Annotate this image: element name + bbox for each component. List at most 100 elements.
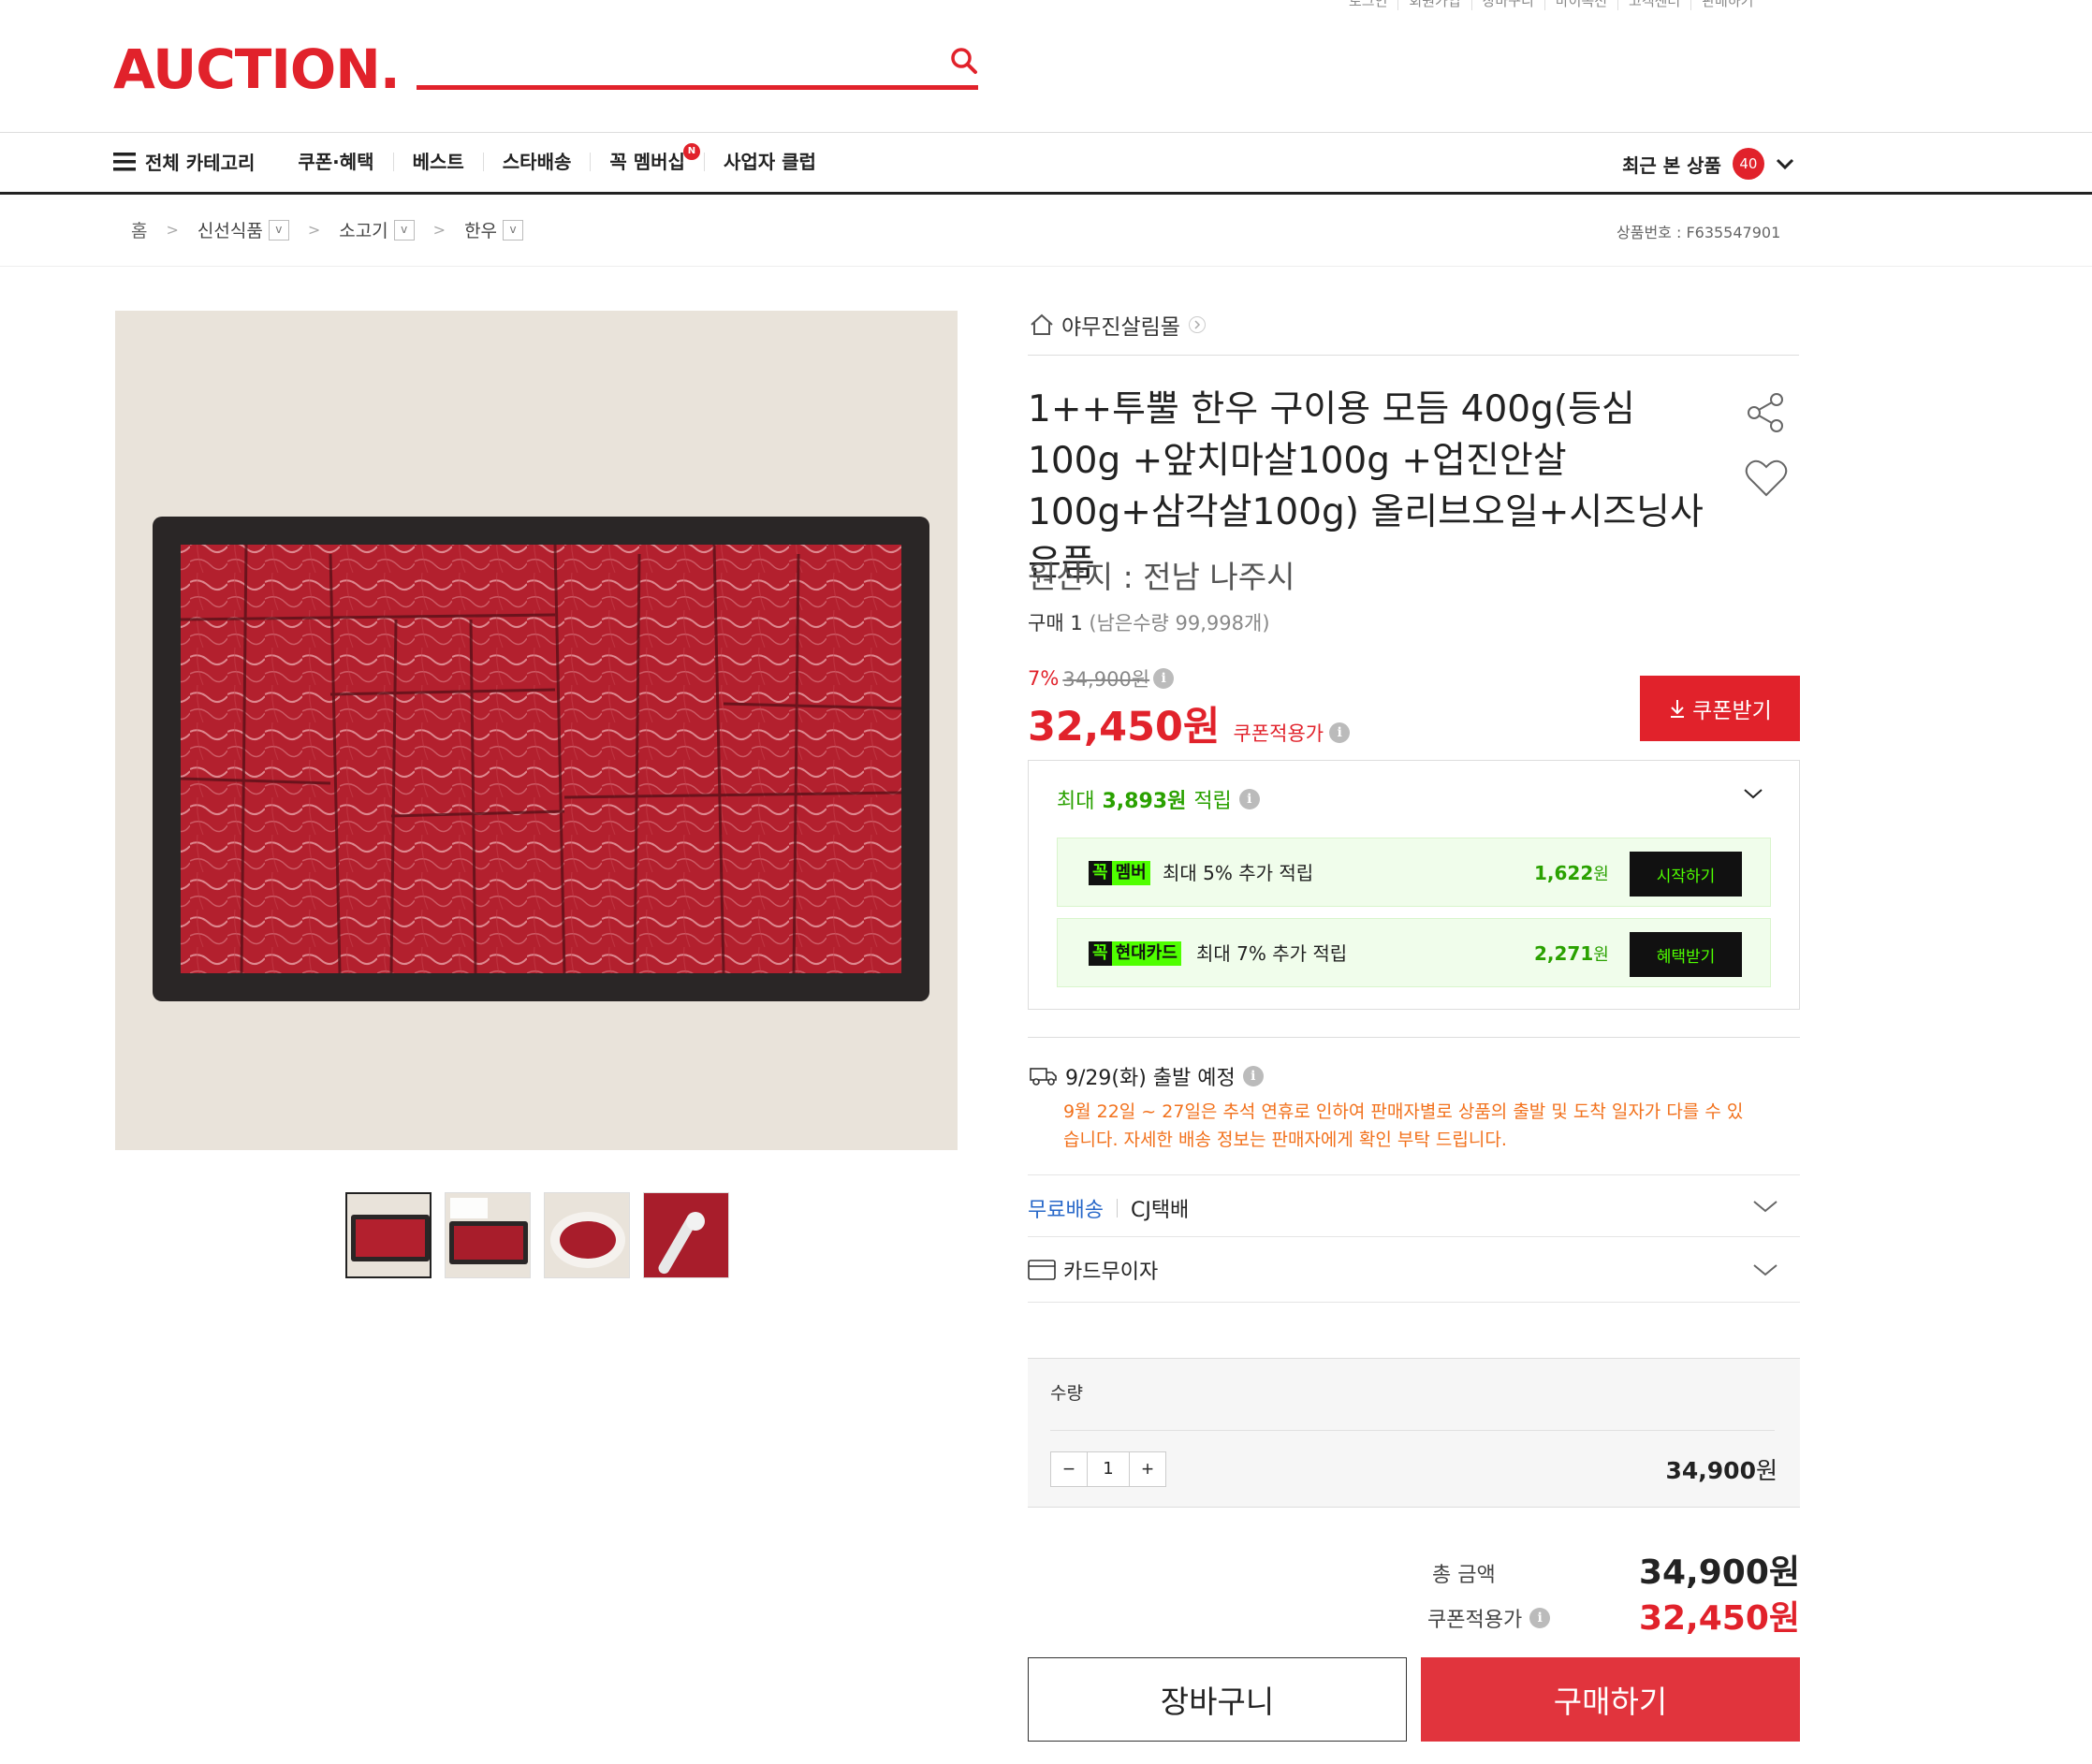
membership-reward-row: 꼭 멤버 최대 5% 추가 적립 1,622원 시작하기 [1057,838,1771,907]
main-nav: 전체 카테고리 쿠폰·혜택 베스트 스타배송 꼭 멤버십 N 사업자 클럽 [113,142,835,175]
nav-business-club[interactable]: 사업자 클럽 [705,153,835,171]
header-divider [0,132,2092,133]
reward-panel: 최대 3,893원 적립 i 꼭 멤버 최대 5% 추가 적립 1,622원 시작… [1028,760,1800,1010]
card-installment-row[interactable]: 카드무이자 [1028,1255,1158,1285]
cart-link[interactable]: 장바구니 [1472,0,1545,10]
purchase-count: 구매 1 (남은수량 99,998개) [1028,608,1270,636]
chevron-right-icon [1188,316,1206,333]
membership-tag-name: 멤버 [1111,861,1150,885]
product-code: 상품번호 : F635547901 [1617,224,1781,241]
nav-divider [0,192,2092,195]
hamburger-icon [113,152,136,170]
home-icon [1031,313,1053,335]
quantity-price-value: 34,900 [1665,1457,1756,1484]
nav-star-delivery[interactable]: 스타배송 [484,152,592,171]
reward-suffix: 적립 [1193,790,1232,813]
chevron-right-icon: > [307,221,321,239]
card-divider [1028,1236,1800,1237]
card-amount-value: 2,271 [1534,942,1594,965]
share-icon[interactable] [1745,391,1788,438]
dropdown-toggle-icon[interactable]: v [503,219,524,241]
info-icon[interactable]: i [1529,1608,1551,1628]
info-icon[interactable]: i [1153,668,1175,689]
divider [1116,1199,1118,1217]
product-main-image[interactable] [115,311,958,1150]
coupon-total-label-text: 쿠폰적용가 [1427,1609,1523,1632]
total-amount-value: 34,900원 [1638,1553,1800,1592]
dropdown-toggle-icon[interactable]: v [268,219,289,241]
truck-icon [1030,1068,1057,1086]
decrease-button[interactable]: − [1051,1452,1087,1486]
breadcrumb-beef[interactable]: 소고기 [339,217,388,242]
free-shipping-label: 무료배송 [1028,1199,1104,1222]
seller-name: 야무진살림몰 [1061,315,1180,340]
purchase-count-value: 구매 1 [1028,612,1083,634]
recent-viewed[interactable]: 최근 본 상품 40 [1622,148,1794,180]
card-reward-amount: 2,271원 [1534,941,1609,968]
breadcrumb-home[interactable]: 홈 [131,217,147,242]
start-membership-button[interactable]: 시작하기 [1630,852,1742,897]
card-installment-label: 카드무이자 [1063,1261,1159,1284]
original-price: 34,900원 [1062,668,1150,691]
chevron-down-icon[interactable] [1752,1262,1778,1277]
top-utility-links: 로그인 회원가입 장바구니 마이옥션 고객센터 판매하기 [1339,0,1763,10]
quantity-box: 수량 − 1 + 34,900원 [1028,1358,1800,1508]
dropdown-toggle-icon[interactable]: v [393,219,415,241]
search-icon[interactable] [950,47,978,79]
customer-center-link[interactable]: 고객센터 [1618,0,1692,10]
quantity-value[interactable]: 1 [1087,1452,1130,1486]
nav-membership-label: 꼭 멤버십 [609,150,685,173]
sale-price-row: 32,450원 쿠폰적용가 i [1028,694,1351,752]
info-icon[interactable]: i [1242,1066,1264,1086]
auction-logo[interactable]: AUCTION. [113,37,401,101]
my-auction-link[interactable]: 마이옥션 [1545,0,1619,10]
thumbnail-2[interactable] [445,1192,531,1278]
add-to-cart-button[interactable]: 장바구니 [1028,1657,1407,1742]
buy-now-button[interactable]: 구매하기 [1421,1657,1800,1742]
sale-price: 32,450원 [1028,704,1221,751]
signup-link[interactable]: 회원가입 [1398,0,1472,10]
departure-date: 9/29(화) 출발 예정 [1065,1067,1236,1090]
origin-text: 원산지 : 전남 나주시 [1028,559,1295,595]
reward-max-amount: 3,893원 [1102,790,1187,813]
membership-amount-value: 1,622 [1534,862,1594,884]
currency-unit: 원 [1593,945,1609,965]
delivery-option-row[interactable]: 무료배송 CJ택배 [1028,1193,1189,1223]
search-input[interactable] [417,45,922,82]
reward-prefix: 최대 [1057,790,1095,813]
chevron-down-icon[interactable] [1752,1199,1778,1214]
chevron-down-icon[interactable] [1743,787,1763,800]
membership-tag: 꼭 멤버 [1089,861,1150,885]
card-bottom-divider [1028,1302,1800,1303]
nav-coupon-benefit[interactable]: 쿠폰·혜택 [298,152,394,171]
quantity-divider [1050,1430,1775,1431]
thumbnail-4[interactable] [643,1192,729,1278]
seller-shop-link[interactable]: 야무진살림몰 [1030,309,1207,341]
thumbnail-1[interactable] [345,1192,432,1278]
get-benefit-button[interactable]: 혜택받기 [1630,932,1742,977]
download-icon [1671,700,1685,718]
coupon-price-label-text: 쿠폰적용가 [1233,722,1324,745]
info-icon[interactable]: i [1329,722,1351,743]
nav-best[interactable]: 베스트 [394,152,484,171]
total-amount-label: 총 금액 [1432,1564,1496,1587]
chevron-right-icon: > [166,221,179,239]
credit-card-icon [1028,1260,1056,1280]
all-category-menu[interactable]: 전체 카테고리 [113,148,255,175]
shipping-divider [1028,1037,1800,1038]
membership-reward-amount: 1,622원 [1534,861,1609,887]
breadcrumb-hanwoo[interactable]: 한우 [464,217,497,242]
nav-membership[interactable]: 꼭 멤버십 N [591,142,705,173]
card-tag-name: 현대카드 [1111,941,1181,966]
thumbnail-3[interactable] [544,1192,630,1278]
breadcrumb-fresh-food[interactable]: 신선식품 [197,217,263,242]
sell-link[interactable]: 판매하기 [1691,0,1763,10]
discount-row: 7% 34,900원 i [1028,664,1175,692]
reward-header[interactable]: 최대 3,893원 적립 i [1057,784,1260,814]
increase-button[interactable]: + [1130,1452,1165,1486]
info-icon[interactable]: i [1238,789,1260,809]
card-reward-row: 꼭 현대카드 최대 7% 추가 적립 2,271원 혜택받기 [1057,918,1771,987]
get-coupon-button[interactable]: 쿠폰받기 [1640,676,1800,741]
login-link[interactable]: 로그인 [1339,0,1399,10]
heart-icon[interactable] [1745,459,1788,502]
